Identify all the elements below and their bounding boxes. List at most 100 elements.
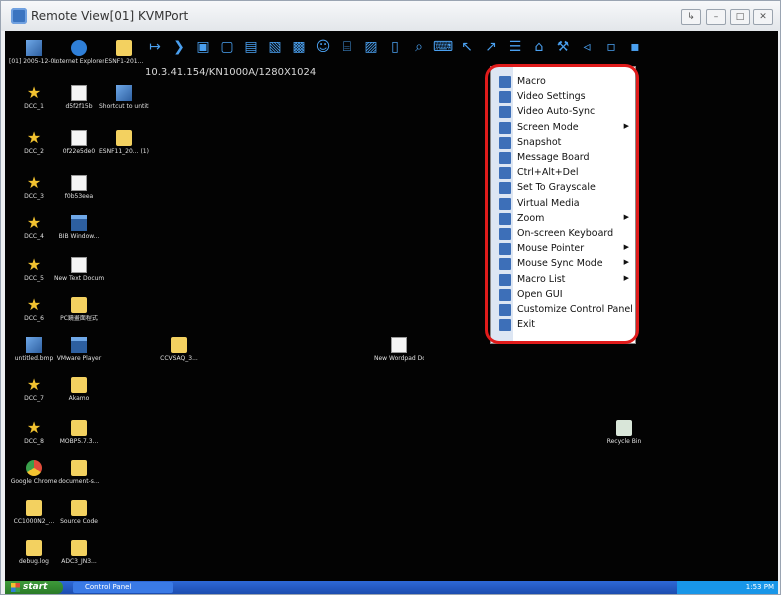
desktop-icon-label: CC1000N2_...: [13, 518, 55, 525]
desktop-icon[interactable]: MOBP5.7.3...: [54, 420, 104, 445]
title-bar: Remote View[01] KVMPort ↳ – □ ✕: [1, 1, 780, 31]
desktop-icon-label: Google Chrome: [10, 478, 58, 485]
grayscale-icon[interactable]: ▨: [361, 37, 381, 57]
desktop-icon[interactable]: ★ DCC_5: [9, 255, 59, 283]
desktop-icon[interactable]: untitled.bmp: [9, 337, 59, 362]
desktop-icon-label: Shortcut to untitled.bmp: [99, 103, 149, 110]
desktop-icon-label: Source Code: [60, 518, 98, 525]
folder-icon: [116, 130, 132, 146]
desktop-icon[interactable]: Source Code: [54, 500, 104, 525]
desktop-icon-label: DCC_1: [24, 103, 44, 110]
window-icon: [71, 215, 87, 231]
desktop-icon-label: debug.log: [19, 558, 49, 565]
desktop-icon-label: PC鏡畫面程式: [60, 315, 98, 322]
desktop-icon[interactable]: Shortcut to untitled.bmp: [99, 85, 149, 110]
desktop-icon[interactable]: f0b53eea: [54, 175, 104, 200]
taskbar-item-control-panel[interactable]: Control Panel: [73, 582, 173, 593]
desktop-icon-label: Internet Explorer: [54, 58, 104, 65]
start-button[interactable]: start: [5, 581, 63, 594]
remote-desktop[interactable]: ↦ ❯ ▣ ▢ ▤ ▧ ▩ ☺ ⌸ ▨ ▯ ⌕ ⌨ ↖ ↗ ☰ ⌂ ⚒ ◃ ▫ ▪ 10.3.41.154/KN1000…: [5, 31, 778, 581]
folder-icon: [71, 460, 87, 476]
desktop-icon[interactable]: [01] 2005-12-0...: [9, 40, 59, 65]
desktop-icon[interactable]: New Wordpad Document.doc: [374, 337, 424, 362]
desktop-icon-label: ESNF11_20... (1)-fb: [99, 148, 149, 155]
desktop-icon[interactable]: ★ DCC_7: [9, 375, 59, 403]
extra-icon-2[interactable]: ▪: [625, 37, 645, 57]
desktop-icon[interactable]: BIB Window...: [54, 215, 104, 240]
message-board-icon[interactable]: ☺: [313, 37, 333, 57]
customize-panel-icon[interactable]: ⚒: [553, 37, 573, 57]
macro-list-icon[interactable]: ☰: [505, 37, 525, 57]
desktop-icon[interactable]: ★ DCC_1: [9, 85, 59, 111]
close-icon[interactable]: ✕: [753, 9, 773, 25]
mouse-pointer-icon[interactable]: ↖: [457, 37, 477, 57]
desktop-icon[interactable]: VMware Player: [54, 337, 104, 362]
video-settings-icon[interactable]: ▢: [217, 37, 237, 57]
desktop-icon[interactable]: 0f22e5de0: [54, 130, 104, 155]
clock: 1:53 PM: [745, 583, 774, 591]
desktop-icon[interactable]: document-s...: [54, 460, 104, 485]
desktop-icon[interactable]: PC鏡畫面程式: [54, 297, 104, 322]
desktop-icon[interactable]: ESNF11_20... (1)-fb: [99, 130, 149, 155]
desktop-icon[interactable]: d5f2f15b: [54, 85, 104, 110]
video-autosync-icon[interactable]: ▤: [241, 37, 261, 57]
desktop-icon-label: DCC_8: [24, 438, 44, 445]
folder-icon: [71, 297, 87, 313]
desktop-icon[interactable]: ★ DCC_8: [9, 420, 59, 446]
kvm-app-icon: [11, 8, 27, 24]
window-icon: [71, 337, 87, 353]
folder-icon: [71, 540, 87, 556]
open-gui-icon[interactable]: ⌂: [529, 37, 549, 57]
desktop-icon-label: New Wordpad Document.doc: [374, 355, 424, 362]
desktop-icon-label: d5f2f15b: [65, 103, 93, 110]
desktop-icon[interactable]: ★ DCC_6: [9, 295, 59, 323]
star-icon: ★: [26, 173, 42, 192]
img-icon: [26, 40, 42, 56]
desktop-icon[interactable]: ★ DCC_2: [9, 128, 59, 156]
desktop-icon-label: MOBP5.7.3...: [59, 438, 99, 445]
desktop-icon[interactable]: New Text Document.txt: [54, 257, 104, 282]
desktop-icon-label: CCVSAQ_3...: [160, 355, 198, 362]
remote-view-window: Remote View[01] KVMPort ↳ – □ ✕ ↦ ❯ ▣ ▢ ▤ ▧ ▩ ☺…: [0, 0, 781, 595]
star-icon: ★: [26, 128, 42, 147]
exit-icon[interactable]: ◃: [577, 37, 597, 57]
desktop-icon-label: Recycle Bin: [606, 438, 642, 445]
desktop-icon-label: 0f22e5de0: [62, 148, 96, 155]
desktop-icon[interactable]: Recycle Bin: [599, 420, 649, 445]
minimize-icon[interactable]: –: [706, 9, 726, 25]
desktop-icon[interactable]: ADC3_JN3...: [54, 540, 104, 565]
desktop-icon[interactable]: CCVSAQ_3...: [154, 337, 204, 362]
star-icon: ★: [26, 255, 42, 274]
desktop-icon[interactable]: ★ DCC_4: [9, 215, 59, 241]
star-icon: ★: [26, 375, 42, 394]
highlight-outline: [485, 64, 639, 344]
desktop-icon-label: DCC_3: [24, 193, 44, 200]
desktop-icon[interactable]: CC1000N2_...: [9, 500, 59, 525]
desktop-icon[interactable]: Google Chrome: [9, 460, 59, 485]
star-icon: ★: [26, 295, 42, 314]
desktop-icon[interactable]: debug.log: [9, 540, 59, 565]
doc-icon: [71, 130, 87, 146]
mouse-sync-icon[interactable]: ↗: [481, 37, 501, 57]
virtual-media-icon[interactable]: ▯: [385, 37, 405, 57]
zoom-icon[interactable]: ⌕: [409, 37, 429, 57]
desktop-icon-label: DCC_2: [24, 148, 44, 155]
collapse-toolbar-icon[interactable]: ❯: [169, 37, 189, 57]
desktop-icon[interactable]: ★ DCC_3: [9, 173, 59, 201]
desktop-icon[interactable]: Internet Explorer: [54, 40, 104, 65]
extra-icon-1[interactable]: ▫: [601, 37, 621, 57]
desktop-icon-label: DCC_5: [24, 275, 44, 282]
taskbar: start Control Panel 1:53 PM: [5, 581, 778, 594]
ie-icon: [71, 40, 87, 56]
screen-mode-icon[interactable]: ▧: [265, 37, 285, 57]
desktop-icon-label: [01] 2005-12-0...: [9, 58, 59, 65]
doc-icon: [71, 85, 87, 101]
ctrl-alt-del-icon[interactable]: ⌸: [337, 37, 357, 57]
maximize-icon[interactable]: □: [730, 9, 750, 25]
macro-icon[interactable]: ▣: [193, 37, 213, 57]
desktop-icon[interactable]: Akamo: [54, 377, 104, 402]
snapshot-icon[interactable]: ▩: [289, 37, 309, 57]
pin-icon[interactable]: ↳: [681, 9, 701, 25]
onscreen-keyboard-icon[interactable]: ⌨: [433, 37, 453, 57]
desktop-icon[interactable]: ESNF1-201...: [99, 40, 149, 65]
